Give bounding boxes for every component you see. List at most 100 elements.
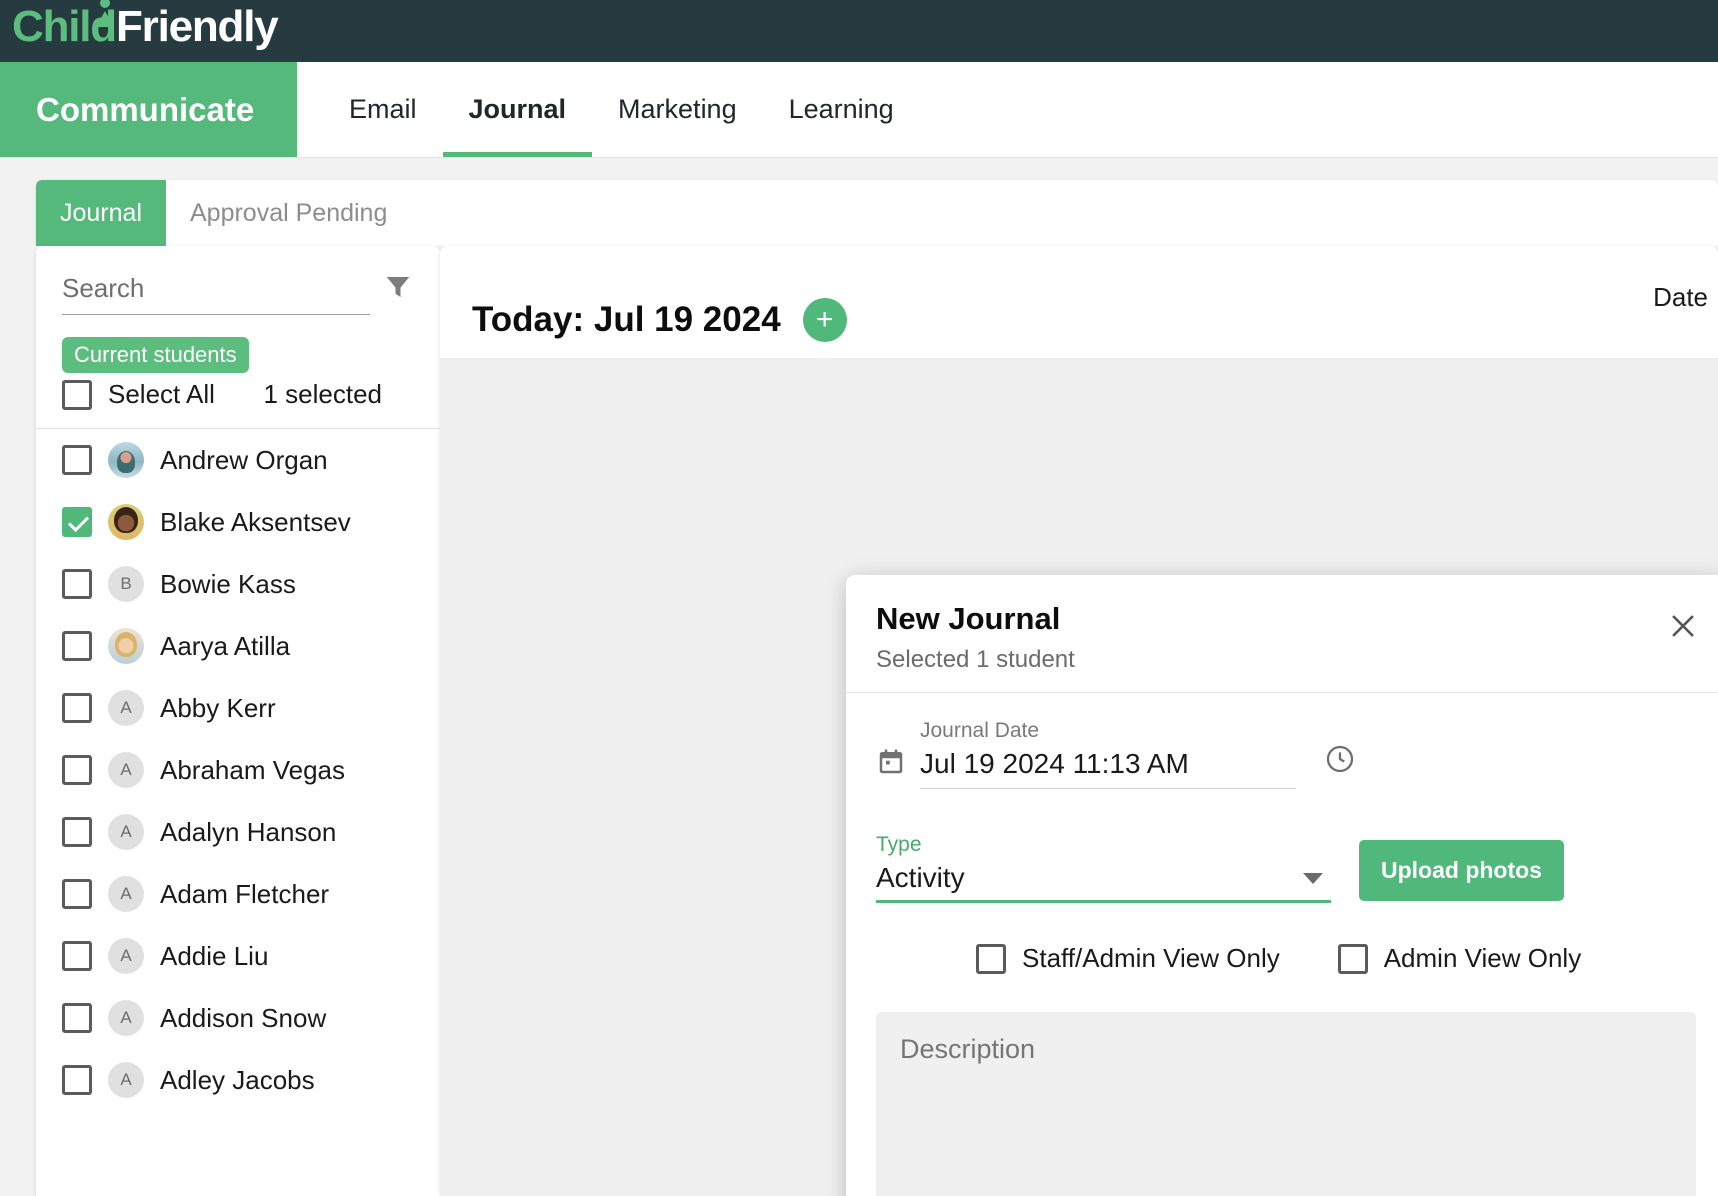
student-list-item[interactable]: A Addie Liu	[36, 925, 440, 987]
student-checkbox[interactable]	[62, 817, 92, 847]
current-students-chip[interactable]: Current students	[62, 337, 249, 373]
student-name: Andrew Organ	[160, 444, 328, 475]
student-name: Addie Liu	[160, 940, 269, 971]
type-row: Type Activity Upload photos	[876, 833, 1696, 903]
student-list-item[interactable]: A Adalyn Hanson	[36, 801, 440, 863]
admin-view-only-checkbox[interactable]	[1337, 943, 1368, 974]
close-icon[interactable]	[1666, 609, 1700, 643]
staff-admin-view-only-checkbox[interactable]	[976, 943, 1006, 974]
selected-count-label: 1 selected	[263, 379, 382, 409]
student-checkbox[interactable]	[62, 1003, 92, 1033]
description-placeholder: Description	[900, 1034, 1036, 1064]
student-avatar-initial: A	[108, 690, 144, 726]
student-avatar-initial: A	[108, 814, 144, 850]
student-list-item[interactable]: A Addison Snow	[36, 987, 440, 1049]
nav-item-learning[interactable]: Learning	[763, 62, 920, 157]
student-avatar-initial: A	[108, 752, 144, 788]
current-students-chip-row: Current students	[36, 315, 440, 373]
student-list-item[interactable]: A Adley Jacobs	[36, 1049, 440, 1111]
view-options-row: Staff/Admin View Only Admin View Only	[876, 943, 1696, 974]
student-list-item[interactable]: A Adam Fletcher	[36, 863, 440, 925]
description-textarea[interactable]: Description	[876, 1012, 1696, 1196]
student-list-item[interactable]: A Abraham Vegas	[36, 739, 440, 801]
student-checkbox[interactable]	[62, 631, 92, 661]
journal-date-field[interactable]: Journal Date Jul 19 2024 11:13 AM	[920, 719, 1296, 789]
student-avatar-photo	[108, 442, 144, 478]
nav-item-journal[interactable]: Journal	[442, 62, 593, 157]
student-avatar-initial: A	[108, 876, 144, 912]
student-name: Bowie Kass	[160, 568, 296, 599]
student-selector-panel: Current students Select All 1 selected A…	[36, 246, 440, 1196]
student-name: Adley Jacobs	[160, 1064, 315, 1095]
type-label: Type	[876, 833, 922, 856]
nav-item-marketing[interactable]: Marketing	[592, 62, 763, 157]
logo-friendly-text: Friendly	[115, 2, 279, 51]
sub-tabs: Journal Approval Pending	[36, 180, 1718, 246]
student-list-item[interactable]: A Abby Kerr	[36, 677, 440, 739]
modal-header: New Journal Selected 1 student	[846, 575, 1718, 693]
calendar-icon[interactable]	[876, 747, 906, 777]
chevron-down-icon[interactable]	[1303, 873, 1323, 884]
tab-approval-pending[interactable]: Approval Pending	[166, 180, 411, 246]
journal-header: Today: Jul 19 2024 + Date	[440, 246, 1718, 358]
student-checkbox[interactable]	[62, 569, 92, 599]
student-checkbox[interactable]	[62, 445, 92, 475]
select-all-row: Select All 1 selected	[36, 373, 440, 429]
journal-date-label: Journal Date	[920, 719, 1040, 742]
student-list-item[interactable]: Andrew Organ	[36, 429, 440, 491]
staff-admin-view-only-label: Staff/Admin View Only	[1022, 943, 1280, 973]
modal-title: New Journal	[876, 601, 1061, 636]
modal-body: Journal Date Jul 19 2024 11:13 AM Type A…	[846, 693, 1718, 1196]
main-navigation: Communicate Email Journal Marketing Lear…	[0, 62, 1718, 158]
upload-photos-button[interactable]: Upload photos	[1359, 840, 1564, 901]
clock-icon[interactable]	[1324, 743, 1356, 775]
student-name: Blake Aksentsev	[160, 506, 351, 537]
student-avatar-initial: B	[108, 566, 144, 602]
sub-tab-strip: Journal Approval Pending	[0, 158, 1718, 246]
student-avatar-photo	[108, 628, 144, 664]
student-name: Aarya Atilla	[160, 630, 291, 661]
student-list-item[interactable]: B Bowie Kass	[36, 553, 440, 615]
student-avatar-initial: A	[108, 1000, 144, 1036]
search-input[interactable]	[62, 273, 370, 304]
student-checkbox[interactable]	[62, 507, 92, 537]
search-row	[36, 246, 440, 315]
add-journal-button[interactable]: +	[802, 298, 847, 342]
student-name: Abby Kerr	[160, 692, 276, 723]
nav-section-communicate[interactable]: Communicate	[0, 62, 297, 157]
brand-bar: Child Friendly	[0, 0, 1718, 62]
student-checkbox[interactable]	[62, 879, 92, 909]
tab-journal[interactable]: Journal	[36, 180, 166, 246]
student-checkbox[interactable]	[62, 1065, 92, 1095]
type-select[interactable]: Type Activity	[876, 833, 1331, 903]
student-name: Abraham Vegas	[160, 754, 346, 785]
admin-view-only-option[interactable]: Admin View Only	[1337, 943, 1582, 974]
student-checkbox[interactable]	[62, 941, 92, 971]
student-list-item[interactable]: Aarya Atilla	[36, 615, 440, 677]
admin-view-only-label: Admin View Only	[1383, 943, 1582, 973]
filter-funnel-icon[interactable]	[382, 272, 414, 315]
student-checkbox[interactable]	[62, 755, 92, 785]
student-name: Addison Snow	[160, 1002, 327, 1033]
nav-item-email[interactable]: Email	[323, 62, 443, 157]
search-field	[62, 273, 370, 315]
student-list: Andrew Organ Blake Aksentsev B Bowie Kass Aa…	[36, 429, 440, 1196]
staff-admin-view-only-option[interactable]: Staff/Admin View Only	[976, 943, 1280, 974]
today-title: Today: Jul 19 2024	[472, 300, 781, 339]
select-all-checkbox[interactable]	[62, 379, 92, 410]
modal-subtitle: Selected 1 student	[876, 646, 1075, 673]
date-column-header: Date	[1653, 282, 1708, 312]
journal-date-value: Jul 19 2024 11:13 AM	[920, 748, 1189, 779]
student-checkbox[interactable]	[62, 693, 92, 723]
new-journal-modal: New Journal Selected 1 student Journal D…	[846, 575, 1718, 1196]
app-logo: Child Friendly	[12, 0, 279, 51]
student-name: Adalyn Hanson	[160, 816, 337, 847]
student-avatar-photo	[108, 504, 144, 540]
journal-date-row: Journal Date Jul 19 2024 11:13 AM	[876, 719, 1696, 789]
select-all-label: Select All	[108, 379, 215, 409]
type-value: Activity	[876, 862, 965, 893]
page-body: Current students Select All 1 selected A…	[0, 246, 1718, 1196]
student-avatar-initial: A	[108, 1062, 144, 1098]
student-list-item[interactable]: Blake Aksentsev	[36, 491, 440, 553]
student-name: Adam Fletcher	[160, 878, 330, 909]
